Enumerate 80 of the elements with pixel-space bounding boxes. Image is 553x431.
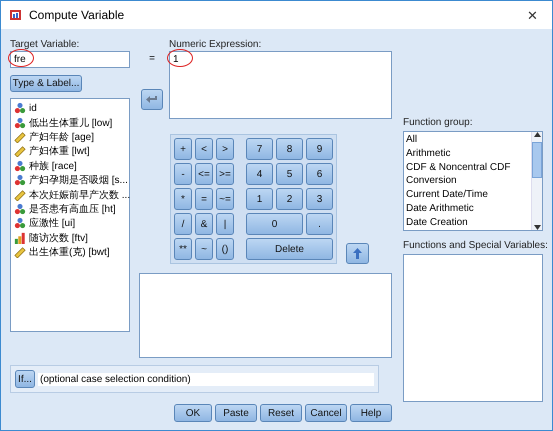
keypad-key[interactable]: . [306,213,333,235]
up-arrow-icon [353,248,362,259]
insert-function-button[interactable] [346,243,369,264]
function-group-label: Function group: [403,117,474,129]
keypad-key[interactable]: * [174,188,192,210]
equals-sign: = [149,53,155,64]
keypad-key[interactable]: 9 [306,138,333,160]
keypad-key[interactable]: () [216,238,234,260]
numeric-expression-field[interactable]: 1 [169,51,392,119]
keypad-key[interactable]: <= [195,163,213,185]
type-label-button[interactable]: Type & Label... [10,75,82,92]
keypad-key[interactable]: < [195,138,213,160]
variable-item[interactable]: 产妇年龄 [age] [29,130,94,144]
keypad-key[interactable]: 7 [246,138,273,160]
keypad-key[interactable]: 4 [246,163,273,185]
keypad-key[interactable]: ~ [195,238,213,260]
keypad-key[interactable]: | [216,213,234,235]
close-button[interactable]: ✕ [521,8,544,22]
keypad-key[interactable]: 2 [276,188,303,210]
nominal-variable-icon [14,174,26,186]
function-group-item[interactable]: Date Arithmetic [406,202,529,216]
function-group-item[interactable]: All [406,133,529,147]
ruler-icon [14,188,26,201]
bar-chart-icon [14,232,26,244]
function-group-item[interactable]: CDF & Noncentral CDF [406,160,529,174]
keypad-key[interactable]: 6 [306,163,333,185]
scrollbar[interactable] [531,132,542,230]
keypad-key[interactable]: 8 [276,138,303,160]
if-condition-text: (optional case selection condition) [38,372,374,386]
function-group-item[interactable]: Date Creation [406,216,529,230]
keypad-key[interactable]: 0 [246,213,303,235]
variable-item[interactable]: 产妇体重 [lwt] [29,144,90,158]
function-group-item[interactable]: Current Date/Time [406,188,529,202]
variable-item[interactable]: 应激性 [ui] [29,216,76,230]
variable-item[interactable]: 种族 [race] [29,158,77,173]
function-group-item[interactable]: Arithmetic [406,146,529,161]
keypad-key[interactable]: >= [216,163,234,185]
function-group-item[interactable]: Conversion [406,174,529,188]
keypad-key[interactable]: + [174,138,192,160]
scroll-up-icon[interactable] [534,132,540,137]
nominal-variable-icon [14,160,26,172]
keypad-key[interactable]: / [174,213,192,235]
move-variable-button[interactable] [141,89,163,110]
variable-item[interactable]: 低出生体重儿 [low] [29,116,112,130]
keypad-key[interactable]: 5 [276,163,303,185]
variable-item[interactable]: 本次妊娠前早产次数 ... [29,188,130,202]
dialog-button[interactable]: Paste [215,404,257,422]
keypad-key[interactable]: & [195,213,213,235]
nominal-variable-icon [14,102,26,114]
variable-item[interactable]: 是否患有高血压 [ht] [29,202,116,216]
keypad-key[interactable]: 3 [306,188,333,210]
ruler-icon [14,130,26,143]
target-variable-field[interactable]: fre [10,51,130,68]
nominal-variable-icon [14,217,26,230]
if-button[interactable]: If... [15,370,35,388]
dialog-button[interactable]: Reset [260,404,302,422]
nominal-variable-icon [14,202,26,215]
ruler-icon [14,145,26,158]
app-icon [9,8,23,22]
scroll-down-icon[interactable] [534,225,540,230]
keypad-key[interactable]: ~= [216,188,234,210]
keypad-key[interactable]: ** [174,238,192,260]
keypad-key[interactable]: > [216,138,234,160]
keypad-key[interactable]: 1 [246,188,273,210]
window-title: Compute Variable [29,8,126,22]
keypad-key[interactable]: = [195,188,213,210]
variable-item[interactable]: 随访次数 [ftv] [29,230,88,245]
keypad-key[interactable]: Delete [246,238,333,260]
variable-item[interactable]: 出生体重(克) [bwt] [29,245,110,260]
variable-item[interactable]: 产妇孕期是否吸烟 [s... [29,173,128,188]
left-arrow-icon [146,94,158,104]
target-variable-label: Target Variable: [10,39,80,51]
ruler-icon [14,246,26,258]
nominal-variable-icon [14,116,26,129]
dialog-button[interactable]: Help [350,404,392,422]
keypad-key[interactable]: - [174,163,192,185]
dialog-button[interactable]: Cancel [305,404,347,422]
numeric-expression-label: Numeric Expression: [169,39,262,51]
variable-item[interactable]: id [29,102,37,114]
dialog-button[interactable]: OK [174,404,212,422]
